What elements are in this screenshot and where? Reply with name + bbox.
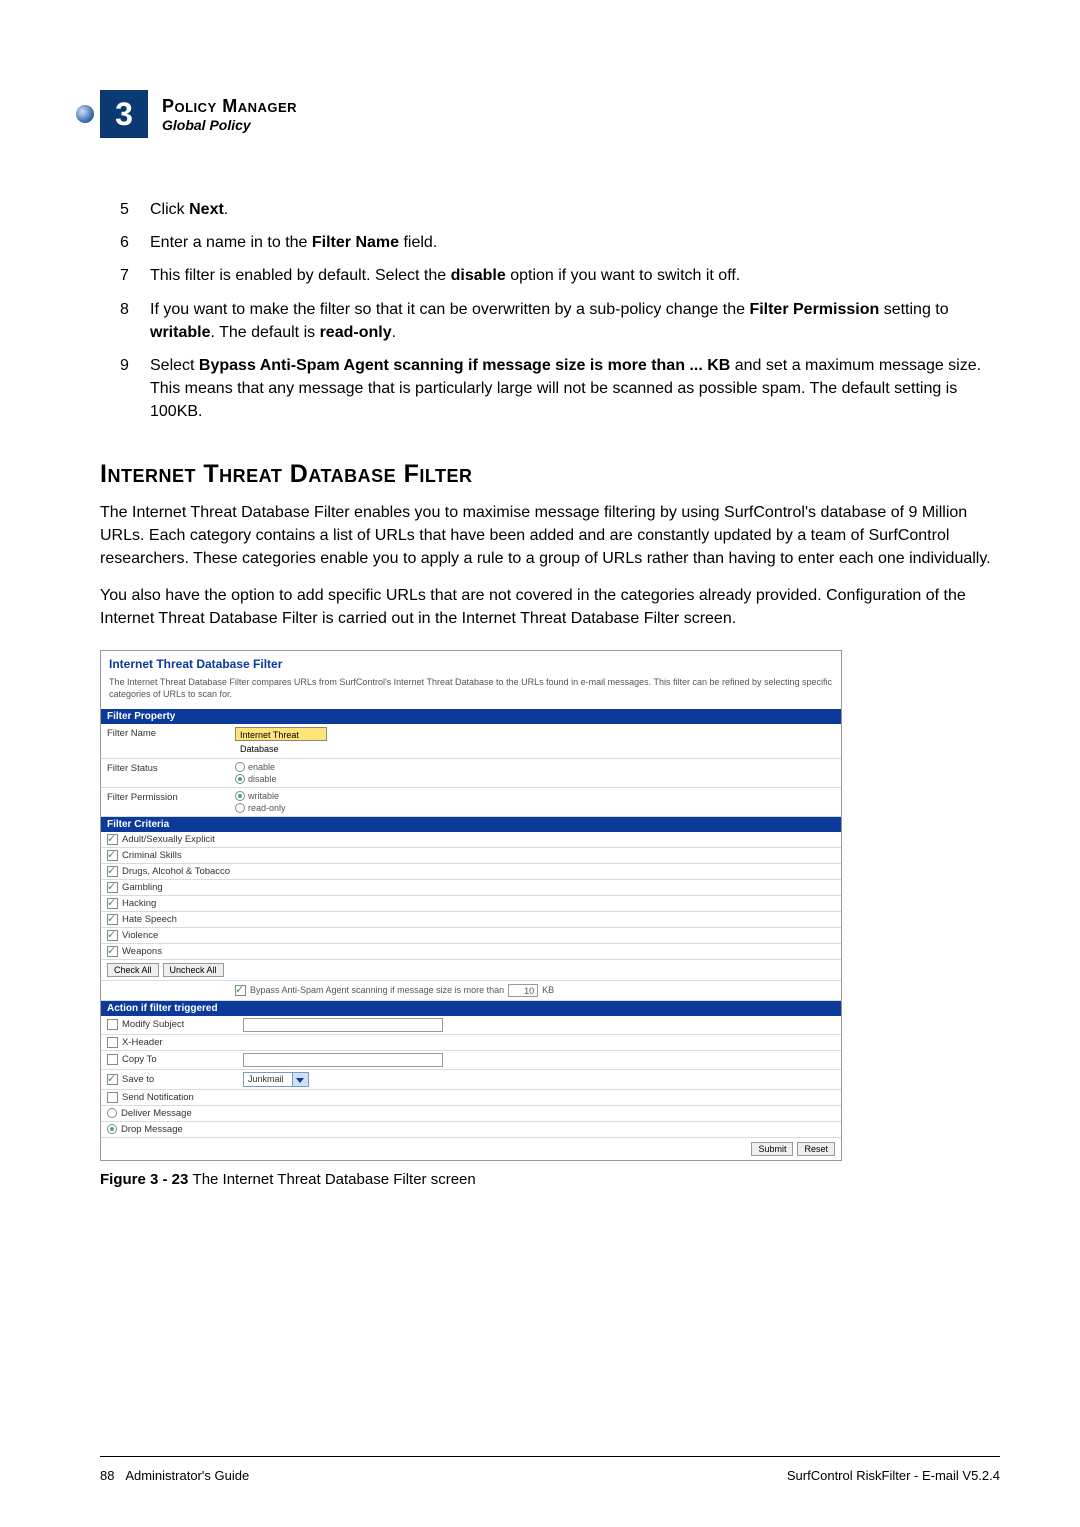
x-header-checkbox[interactable] [107,1037,118,1048]
page-number: 88 [100,1468,114,1483]
step: 5Click Next. [120,198,1000,221]
criteria-row: Adult/Sexually Explicit [101,832,841,848]
filter-status-label: Filter Status [101,759,229,778]
step-text: Click Next. [150,198,1000,221]
criteria-checkbox[interactable] [107,882,118,893]
filter-property-header: Filter Property [101,709,841,724]
enable-label: enable [248,762,275,772]
criteria-row: Hacking [101,896,841,912]
send-notification-label: Send Notification [122,1092,194,1103]
criteria-checkbox[interactable] [107,930,118,941]
step-number: 7 [120,264,150,287]
criteria-checkbox[interactable] [107,914,118,925]
action-header: Action if filter triggered [101,1001,841,1016]
criteria-label: Drugs, Alcohol & Tobacco [122,866,230,877]
screenshot-panel: Internet Threat Database Filter The Inte… [100,650,842,1160]
step-text: This filter is enabled by default. Selec… [150,264,1000,287]
step-number: 5 [120,198,150,221]
uncheck-all-button[interactable]: Uncheck All [163,963,224,977]
deliver-message-label: Deliver Message [121,1108,192,1119]
numbered-steps: 5Click Next.6Enter a name in to the Filt… [120,198,1000,424]
criteria-row: Hate Speech [101,912,841,928]
reset-button[interactable]: Reset [797,1142,835,1156]
step-number: 9 [120,354,150,424]
step-text: Select Bypass Anti-Spam Agent scanning i… [150,354,1000,424]
check-all-button[interactable]: Check All [107,963,159,977]
chapter-header: 3 Policy Manager Global Policy [100,90,1000,138]
criteria-checkbox[interactable] [107,898,118,909]
step: 9Select Bypass Anti-Spam Agent scanning … [120,354,1000,424]
criteria-row: Violence [101,928,841,944]
disable-radio[interactable] [235,774,245,784]
footer-left: Administrator's Guide [125,1468,249,1483]
bypass-text: Bypass Anti-Spam Agent scanning if messa… [250,985,504,995]
x-header-label: X-Header [122,1037,163,1048]
chapter-number-box: 3 [100,90,148,138]
drop-message-radio[interactable] [107,1124,117,1134]
copy-to-input[interactable] [243,1053,443,1067]
modify-subject-label: Modify Subject [122,1019,184,1030]
criteria-row: Drugs, Alcohol & Tobacco [101,864,841,880]
section-heading: Internet Threat Database Filter [100,460,1000,489]
page-footer: 88 Administrator's Guide SurfControl Ris… [100,1468,1000,1483]
criteria-row: Criminal Skills [101,848,841,864]
copy-to-label: Copy To [122,1054,157,1065]
filter-permission-label: Filter Permission [101,788,229,807]
step-text: Enter a name in to the Filter Name field… [150,231,1000,254]
criteria-label: Hate Speech [122,914,177,925]
criteria-label: Adult/Sexually Explicit [122,834,215,845]
criteria-label: Hacking [122,898,156,909]
modify-subject-checkbox[interactable] [107,1019,118,1030]
disable-label: disable [248,774,277,784]
figure-caption: Figure 3 - 23 The Internet Threat Databa… [100,1171,1000,1188]
deliver-message-radio[interactable] [107,1108,117,1118]
footer-rule [100,1456,1000,1457]
save-to-select[interactable]: Junkmail [243,1072,309,1087]
criteria-checkbox[interactable] [107,866,118,877]
writable-radio[interactable] [235,791,245,801]
chapter-subtitle: Global Policy [162,117,297,133]
panel-description: The Internet Threat Database Filter comp… [101,675,841,708]
readonly-radio[interactable] [235,803,245,813]
criteria-checkbox[interactable] [107,946,118,957]
modify-subject-input[interactable] [243,1018,443,1032]
step: 6Enter a name in to the Filter Name fiel… [120,231,1000,254]
bypass-unit: KB [542,985,554,995]
criteria-label: Criminal Skills [122,850,182,861]
filter-criteria-header: Filter Criteria [101,817,841,832]
filter-name-label: Filter Name [101,724,229,743]
copy-to-checkbox[interactable] [107,1054,118,1065]
criteria-label: Gambling [122,882,163,893]
criteria-label: Weapons [122,946,162,957]
step-number: 6 [120,231,150,254]
bypass-size-input[interactable]: 10 [508,984,538,997]
criteria-row: Weapons [101,944,841,960]
panel-title: Internet Threat Database Filter [101,651,841,675]
writable-label: writable [248,791,279,801]
send-notification-checkbox[interactable] [107,1092,118,1103]
criteria-checkbox[interactable] [107,834,118,845]
bypass-checkbox[interactable] [235,985,246,996]
body-paragraph-1: The Internet Threat Database Filter enab… [100,501,1000,571]
criteria-checkbox[interactable] [107,850,118,861]
save-to-value: Junkmail [248,1074,284,1084]
step-text: If you want to make the filter so that i… [150,298,1000,344]
body-paragraph-2: You also have the option to add specific… [100,584,1000,630]
step: 8If you want to make the filter so that … [120,298,1000,344]
save-to-label: Save to [122,1074,154,1085]
step: 7This filter is enabled by default. Sele… [120,264,1000,287]
enable-radio[interactable] [235,762,245,772]
criteria-row: Gambling [101,880,841,896]
drop-message-label: Drop Message [121,1124,183,1135]
save-to-checkbox[interactable] [107,1074,118,1085]
footer-right: SurfControl RiskFilter - E-mail V5.2.4 [787,1468,1000,1483]
filter-name-input[interactable]: Internet Threat Database [235,727,327,741]
submit-button[interactable]: Submit [751,1142,793,1156]
chapter-title: Policy Manager [162,96,297,117]
step-number: 8 [120,298,150,344]
readonly-label: read-only [248,803,286,813]
criteria-label: Violence [122,930,158,941]
